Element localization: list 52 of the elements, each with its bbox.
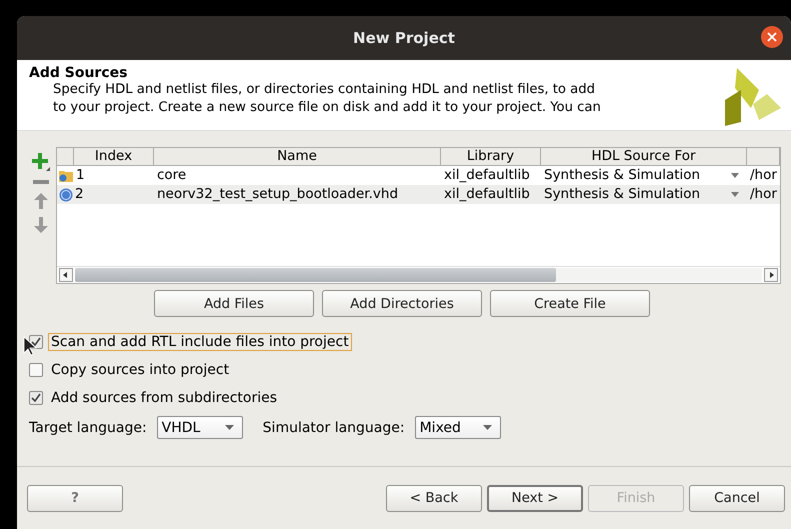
field-label: Target language: [29, 420, 147, 436]
mouse-cursor-icon [23, 336, 37, 356]
logo-icon [723, 68, 781, 126]
table-cell-text: xil_defaultlib [443, 185, 531, 204]
table-cell-text: /hor [749, 185, 778, 204]
action-button[interactable]: Create File [490, 290, 650, 317]
checkbox[interactable] [29, 363, 43, 377]
caret-icon [482, 425, 492, 430]
dialog-button[interactable]: Next > [487, 484, 583, 512]
table-cell-text: xil_defaultlib [443, 166, 531, 185]
dialog-button[interactable]: ? [27, 484, 123, 512]
dialog-button[interactable]: Cancel [689, 484, 785, 512]
scroll-left-icon[interactable] [59, 268, 73, 282]
scroll-thumb[interactable] [75, 268, 556, 282]
remove-icon[interactable] [33, 179, 49, 185]
window-title: New Project [353, 29, 455, 47]
table-row[interactable]: 1 core xil_defaultlib Synthesis & Simulation /hor [57, 166, 780, 185]
checkbox-label[interactable]: Copy sources into project [48, 361, 232, 379]
checkbox-label[interactable]: Add sources from subdirectories [48, 389, 280, 407]
column-header[interactable]: Name [154, 148, 441, 166]
table-cell: 2 [75, 185, 84, 204]
file-type-icon [59, 188, 73, 202]
description-text: Specify HDL and netlist files, or directories containing HDL and netlist files, to add [52, 81, 596, 99]
table-cell-text: /hor [749, 166, 778, 185]
checkbox-label[interactable]: Scan and add RTL include files into project [48, 333, 352, 351]
scroll-right-icon[interactable] [764, 268, 778, 282]
column-header[interactable]: Library [441, 148, 541, 166]
close-icon [767, 32, 777, 42]
dialog-button[interactable]: < Back [386, 484, 482, 512]
add-icon[interactable] [32, 153, 50, 171]
horizontal-scrollbar[interactable] [57, 266, 780, 283]
column-header[interactable]: HDL Source For [541, 148, 747, 166]
table-cell: 1 [76, 166, 85, 185]
column-header[interactable]: Index [74, 148, 154, 166]
page-heading: Add Sources [29, 65, 128, 81]
caret-icon [731, 192, 739, 197]
field-label: Simulator language: [262, 420, 405, 436]
dropdown[interactable]: Synthesis & Simulation [541, 185, 747, 204]
dropdown[interactable]: Synthesis & Simulation [541, 166, 747, 185]
description-text: to your project. Create a new source file on disk and add it to your project. You can [52, 99, 601, 117]
caret-icon [731, 173, 739, 178]
language-dropdown[interactable]: Mixed [414, 416, 501, 439]
language-dropdown[interactable]: VHDL [156, 416, 243, 439]
table-cell-text: neorv32_test_setup_bootloader.vhd [156, 185, 400, 204]
close-button[interactable] [761, 26, 783, 48]
action-button[interactable]: Add Files [154, 290, 314, 317]
folder-icon [59, 169, 74, 182]
action-button[interactable]: Add Directories [322, 290, 482, 317]
table-cell-text: core [156, 166, 188, 185]
caret-icon [224, 425, 234, 430]
table-row[interactable]: 2 neorv32_test_setup_bootloader.vhd xil_defaultlib Synthesis & Simulation /hor [57, 185, 780, 204]
checkbox[interactable] [29, 391, 43, 405]
